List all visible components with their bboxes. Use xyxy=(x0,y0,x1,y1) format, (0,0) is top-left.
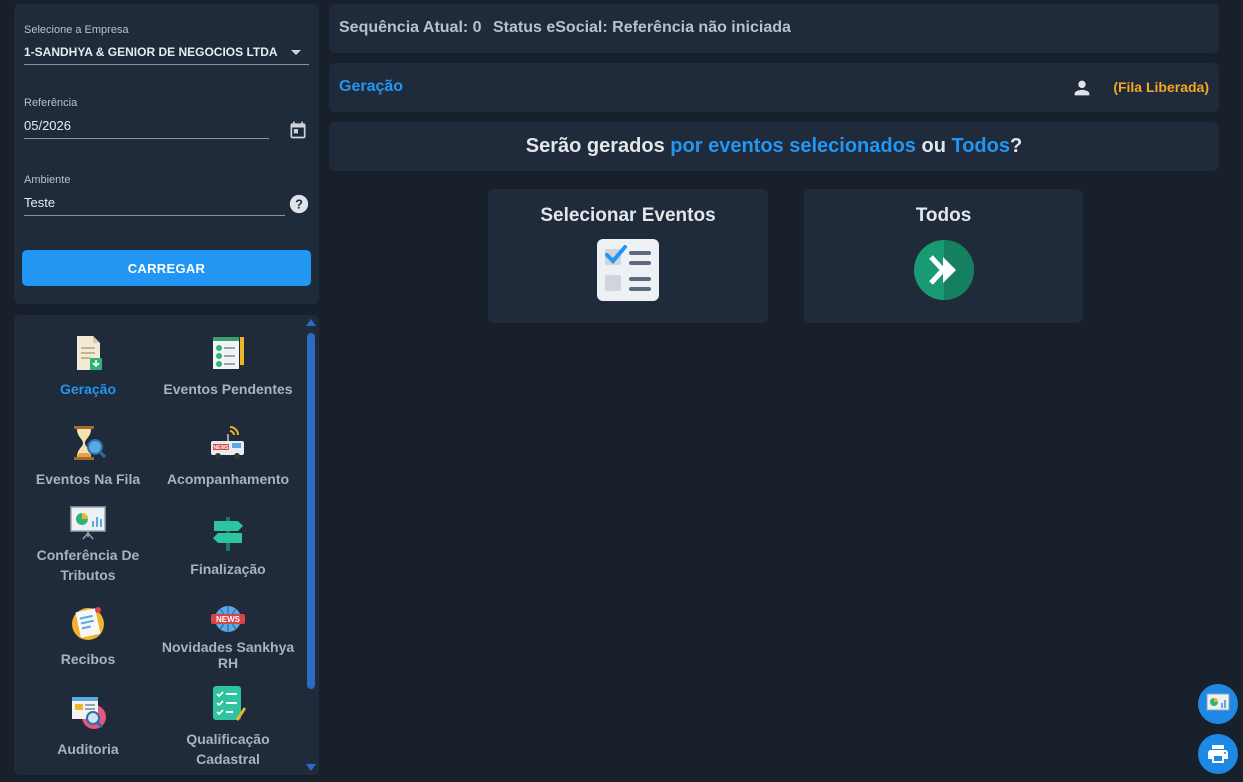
environment-value: Teste xyxy=(24,195,56,210)
all-events-title: Todos xyxy=(915,205,972,226)
receipt-icon xyxy=(72,607,104,640)
generation-question: Serão gerados por eventos selecionados o… xyxy=(329,122,1219,171)
esocial-status: Status eSocial: Referência não iniciada xyxy=(493,19,791,36)
company-label: Selecione a Empresa xyxy=(24,24,129,36)
sequence-status: Sequência Atual: 0 xyxy=(339,19,482,36)
svg-text:?: ? xyxy=(295,197,303,212)
user-icon[interactable] xyxy=(1071,77,1093,104)
menu-item-conferencia-tributos[interactable]: Conferência De Tributos xyxy=(14,503,162,585)
document-download-icon xyxy=(77,336,102,370)
hourglass-search-icon xyxy=(74,426,107,460)
signpost-icon xyxy=(213,517,243,551)
audit-search-icon xyxy=(72,697,106,729)
menu-item-auditoria[interactable]: Auditoria xyxy=(14,693,162,759)
checklist-icon xyxy=(597,239,659,301)
menu-item-eventos-pendentes[interactable]: Eventos Pendentes xyxy=(154,333,302,399)
menu-item-novidades[interactable]: NEWS Novidades Sankhya RH xyxy=(154,603,302,671)
environment-label: Ambiente xyxy=(24,174,71,186)
menu-item-finalizacao[interactable]: Finalização xyxy=(154,513,302,579)
load-button[interactable]: CARREGAR xyxy=(22,250,311,286)
question-option-selected: por eventos selecionados xyxy=(670,135,916,157)
company-select[interactable]: 1-SANDHYA & GENIOR DE NEGOCIOS LTDA xyxy=(24,45,309,65)
reference-input[interactable]: 05/2026 xyxy=(24,118,269,139)
question-prefix: Serão gerados xyxy=(525,135,671,157)
module-menu: Geração Eventos Pendentes Eventos Na Fil… xyxy=(14,315,319,775)
reference-value: 05/2026 xyxy=(24,118,71,133)
menu-scrollbar[interactable] xyxy=(306,319,316,771)
reference-label: Referência xyxy=(24,97,78,109)
company-value: 1-SANDHYA & GENIOR DE NEGOCIOS LTDA xyxy=(24,45,278,59)
fast-forward-icon xyxy=(913,240,974,300)
dropdown-arrow-icon[interactable] xyxy=(291,50,301,55)
environment-field: Teste xyxy=(24,195,285,216)
print-fab[interactable] xyxy=(1198,734,1238,774)
help-icon[interactable]: ? xyxy=(288,193,310,215)
clipboard-check-icon xyxy=(213,686,246,721)
question-suffix: ? xyxy=(1010,135,1023,157)
dashboard-fab[interactable] xyxy=(1198,684,1238,724)
all-events-card[interactable]: Todos xyxy=(804,189,1083,323)
question-option-all: Todos xyxy=(951,135,1010,157)
menu-item-acompanhamento[interactable]: NEWS Acompanhamento xyxy=(154,423,302,489)
filter-panel: Selecione a Empresa 1-SANDHYA & GENIOR D… xyxy=(14,4,319,304)
print-icon xyxy=(1208,745,1228,763)
select-events-title: Selecionar Eventos xyxy=(540,205,716,226)
news-globe-icon: NEWS xyxy=(211,606,245,632)
select-events-card[interactable]: Selecionar Eventos xyxy=(488,189,768,323)
checklist-pencil-icon xyxy=(213,337,244,370)
presentation-chart-icon xyxy=(1206,693,1230,711)
scroll-thumb[interactable] xyxy=(307,333,315,689)
calendar-icon[interactable] xyxy=(286,118,310,142)
svg-text:NEWS: NEWS xyxy=(214,445,230,451)
generation-header: Geração (Fila Liberada) xyxy=(329,63,1219,112)
svg-text:NEWS: NEWS xyxy=(216,615,241,624)
section-title: Geração xyxy=(339,78,404,95)
scroll-down-icon[interactable] xyxy=(306,764,316,771)
queue-status: (Fila Liberada) xyxy=(1113,79,1209,95)
menu-item-eventos-na-fila[interactable]: Eventos Na Fila xyxy=(14,423,162,489)
status-bar: Sequência Atual: 0 Status eSocial: Refer… xyxy=(329,4,1219,53)
menu-item-qualificacao[interactable]: Qualificação Cadastral xyxy=(154,683,302,769)
menu-item-geracao[interactable]: Geração xyxy=(14,333,162,399)
presentation-chart-icon xyxy=(70,506,106,540)
scroll-up-icon[interactable] xyxy=(306,319,316,326)
news-van-icon: NEWS xyxy=(211,426,244,459)
question-middle: ou xyxy=(915,135,952,157)
menu-item-recibos[interactable]: Recibos xyxy=(14,603,162,669)
